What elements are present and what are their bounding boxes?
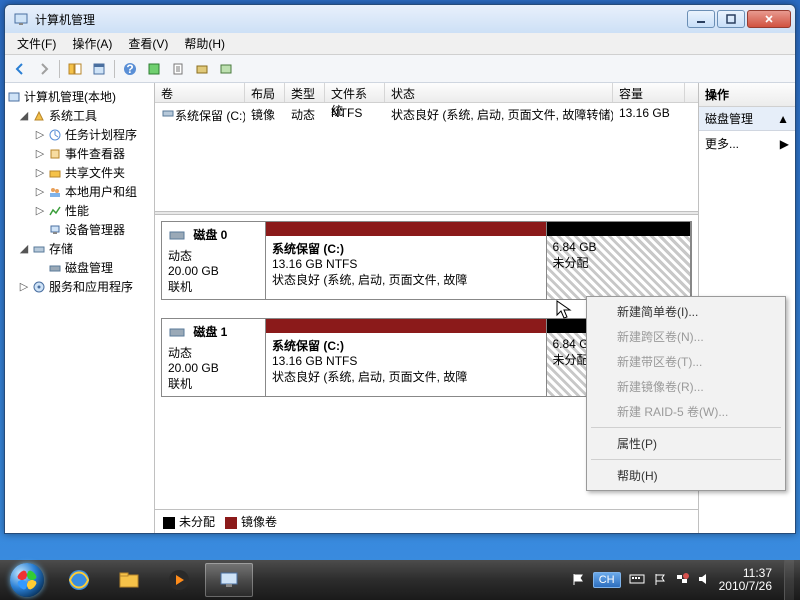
menu-help[interactable]: 帮助(H) <box>176 33 233 54</box>
ctx-new-striped-volume[interactable]: 新建带区卷(T)... <box>589 349 783 374</box>
window-title: 计算机管理 <box>35 11 687 28</box>
chevron-right-icon: ▶ <box>780 137 789 151</box>
disk-0-unallocated[interactable]: 6.84 GB 未分配 <box>547 236 692 299</box>
tree-storage[interactable]: ◢存储 <box>7 239 152 258</box>
toolbar: ? <box>5 55 795 83</box>
tree-services-apps[interactable]: ▷服务和应用程序 <box>7 277 152 296</box>
col-capacity[interactable]: 容量 <box>613 83 685 102</box>
properties-button[interactable] <box>88 58 110 80</box>
export-list-button[interactable] <box>167 58 189 80</box>
disk-0-row: 磁盘 0 动态 20.00 GB 联机 系统保留 (C:) 13.16 GB N… <box>161 221 692 300</box>
tree-shared-folders[interactable]: ▷共享文件夹 <box>7 163 152 182</box>
help-button[interactable]: ? <box>119 58 141 80</box>
collapse-icon: ▲ <box>777 112 789 126</box>
ctx-new-raid5-volume[interactable]: 新建 RAID-5 卷(W)... <box>589 399 783 424</box>
taskbar-computer-management[interactable] <box>205 563 253 597</box>
volume-list[interactable]: 卷 布局 类型 文件系统 状态 容量 系统保留 (C:) 镜像 动态 NTFS … <box>155 83 698 211</box>
ime-indicator[interactable]: CH <box>593 572 621 588</box>
tree-device-manager[interactable]: 设备管理器 <box>7 220 152 239</box>
taskbar[interactable]: CH 11:37 2010/7/26 <box>0 560 800 600</box>
tree-performance[interactable]: ▷性能 <box>7 201 152 220</box>
nav-tree[interactable]: 计算机管理(本地) ◢系统工具 ▷任务计划程序 ▷事件查看器 ▷共享文件夹 ▷本… <box>5 83 155 533</box>
start-button[interactable] <box>0 560 54 600</box>
disk-1-label[interactable]: 磁盘 1 动态 20.00 GB 联机 <box>162 319 266 396</box>
legend-mirror-swatch <box>225 517 237 529</box>
legend-unallocated-swatch <box>163 517 175 529</box>
close-button[interactable] <box>747 10 791 28</box>
volume-icon <box>161 106 175 120</box>
show-desktop-button[interactable] <box>784 560 794 600</box>
system-tray: CH 11:37 2010/7/26 <box>571 560 800 600</box>
tree-system-tools[interactable]: ◢系统工具 <box>7 106 152 125</box>
tree-root[interactable]: 计算机管理(本地) <box>7 87 152 106</box>
menu-view[interactable]: 查看(V) <box>120 33 176 54</box>
col-fs[interactable]: 文件系统 <box>325 83 385 102</box>
volume-row[interactable]: 系统保留 (C:) 镜像 动态 NTFS 状态良好 (系统, 启动, 页面文件,… <box>155 103 698 127</box>
volume-list-header[interactable]: 卷 布局 类型 文件系统 状态 容量 <box>155 83 698 103</box>
network-icon[interactable] <box>675 572 689 589</box>
disk-0-partition-c[interactable]: 系统保留 (C:) 13.16 GB NTFS 状态良好 (系统, 启动, 页面… <box>266 236 547 299</box>
app-icon <box>13 11 29 27</box>
menu-action[interactable]: 操作(A) <box>64 33 120 54</box>
col-layout[interactable]: 布局 <box>245 83 285 102</box>
tree-local-users[interactable]: ▷本地用户和组 <box>7 182 152 201</box>
legend: 未分配 镜像卷 <box>155 509 698 533</box>
menu-file[interactable]: 文件(F) <box>9 33 64 54</box>
titlebar[interactable]: 计算机管理 <box>5 5 795 33</box>
disk-icon <box>168 226 186 247</box>
disk-0-label[interactable]: 磁盘 0 动态 20.00 GB 联机 <box>162 222 266 299</box>
ctx-new-spanned-volume[interactable]: 新建跨区卷(N)... <box>589 324 783 349</box>
minimize-button[interactable] <box>687 10 715 28</box>
svg-text:?: ? <box>126 62 133 76</box>
clock[interactable]: 11:37 2010/7/26 <box>719 567 776 593</box>
toolbar-icon-1[interactable] <box>191 58 213 80</box>
refresh-button[interactable] <box>143 58 165 80</box>
taskbar-explorer[interactable] <box>105 563 153 597</box>
action-center-icon[interactable] <box>653 572 667 589</box>
taskbar-ie[interactable] <box>55 563 103 597</box>
windows-orb-icon <box>10 563 44 597</box>
tree-event-viewer[interactable]: ▷事件查看器 <box>7 144 152 163</box>
volume-icon[interactable] <box>697 572 711 589</box>
actions-more[interactable]: 更多...▶ <box>699 131 795 156</box>
ctx-properties[interactable]: 属性(P) <box>589 431 783 456</box>
tray-flag-icon[interactable] <box>571 572 585 589</box>
maximize-button[interactable] <box>717 10 745 28</box>
col-status[interactable]: 状态 <box>385 83 613 102</box>
tree-task-scheduler[interactable]: ▷任务计划程序 <box>7 125 152 144</box>
col-volume[interactable]: 卷 <box>155 83 245 102</box>
menubar: 文件(F) 操作(A) 查看(V) 帮助(H) <box>5 33 795 55</box>
toolbar-icon-2[interactable] <box>215 58 237 80</box>
back-button[interactable] <box>9 58 31 80</box>
actions-section-diskmgmt[interactable]: 磁盘管理▲ <box>699 107 795 131</box>
col-type[interactable]: 类型 <box>285 83 325 102</box>
ctx-new-simple-volume[interactable]: 新建简单卷(I)... <box>589 299 783 324</box>
actions-header: 操作 <box>699 83 795 107</box>
taskbar-media-player[interactable] <box>155 563 203 597</box>
ctx-new-mirrored-volume[interactable]: 新建镜像卷(R)... <box>589 374 783 399</box>
disk-icon <box>168 323 186 344</box>
keyboard-icon[interactable] <box>629 573 645 588</box>
tree-disk-management[interactable]: 磁盘管理 <box>7 258 152 277</box>
show-hide-tree-button[interactable] <box>64 58 86 80</box>
ctx-help[interactable]: 帮助(H) <box>589 463 783 488</box>
forward-button[interactable] <box>33 58 55 80</box>
disk-1-partition-c[interactable]: 系统保留 (C:) 13.16 GB NTFS 状态良好 (系统, 启动, 页面… <box>266 333 547 396</box>
context-menu: 新建简单卷(I)... 新建跨区卷(N)... 新建带区卷(T)... 新建镜像… <box>586 296 786 491</box>
